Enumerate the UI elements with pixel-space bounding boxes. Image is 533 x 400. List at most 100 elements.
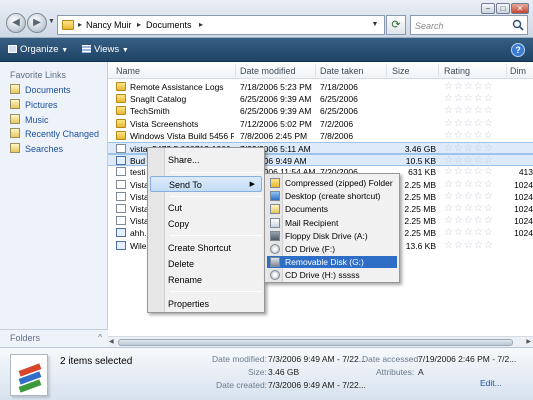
breadcrumb-separator[interactable]: ▸ xyxy=(78,20,82,29)
nav-item-label: Recently Changed xyxy=(25,129,100,139)
menu-item-label: Share... xyxy=(168,155,200,165)
send-to-item[interactable]: Removable Disk (G:) xyxy=(267,256,397,269)
rating-stars[interactable]: ☆☆☆☆☆ xyxy=(444,179,494,191)
close-button[interactable]: ✕ xyxy=(511,3,529,14)
column-divider[interactable] xyxy=(506,64,507,77)
rating-stars[interactable]: ☆☆☆☆☆ xyxy=(444,93,494,105)
nav-item-documents[interactable]: Documents xyxy=(10,84,71,98)
cell-dim: 1024 xyxy=(514,216,533,227)
rating-stars[interactable]: ☆☆☆☆☆ xyxy=(444,166,494,178)
navigation-pane: Favorite Links Documents Pictures Music … xyxy=(0,62,108,347)
search-icon[interactable] xyxy=(512,19,524,31)
nav-item-recently-changed[interactable]: Recently Changed xyxy=(10,128,99,142)
menu-item-share[interactable]: Share... xyxy=(150,152,262,168)
breadcrumb-documents[interactable]: Documents xyxy=(146,20,192,30)
column-divider[interactable] xyxy=(235,64,236,77)
scroll-right-icon[interactable]: ▶ xyxy=(526,338,531,345)
horizontal-scrollbar[interactable]: ◀ ▶ xyxy=(108,336,533,347)
menu-separator xyxy=(170,235,262,236)
refresh-button[interactable]: ⟳ xyxy=(386,15,406,35)
send-to-item[interactable]: Compressed (zipped) Folder xyxy=(267,177,397,189)
column-header-date-taken[interactable]: Date taken xyxy=(320,66,364,76)
menu-item-properties[interactable]: Properties xyxy=(150,296,262,312)
file-row[interactable]: Windows Vista Build 5456 R... 7/8/2006 2:… xyxy=(108,130,533,142)
column-divider[interactable] xyxy=(315,64,316,77)
help-button[interactable]: ? xyxy=(511,43,525,57)
search-placeholder: Search xyxy=(415,21,444,31)
address-bar[interactable]: ▸ Nancy Muir ▸ Documents ▸ ▼ xyxy=(57,15,385,35)
nav-item-searches[interactable]: Searches xyxy=(10,143,63,157)
breadcrumb-nancy-muir[interactable]: Nancy Muir xyxy=(86,20,132,30)
rating-stars[interactable]: ☆☆☆☆☆ xyxy=(444,227,494,239)
column-divider[interactable] xyxy=(386,64,387,77)
nav-item-music[interactable]: Music xyxy=(10,114,49,128)
pictures-icon xyxy=(10,99,20,109)
send-to-item[interactable]: Mail Recipient xyxy=(267,217,397,229)
column-header-size[interactable]: Size xyxy=(392,66,410,76)
rating-stars[interactable]: ☆☆☆☆☆ xyxy=(444,215,494,227)
back-button[interactable]: ◀ xyxy=(6,13,26,33)
views-button[interactable]: Views ▼ xyxy=(82,43,129,57)
file-row[interactable]: TechSmith 6/25/2006 9:39 AM 6/25/2006 ☆☆☆☆☆ xyxy=(108,105,533,117)
views-label: Views xyxy=(94,44,120,55)
send-to-item[interactable]: Floppy Disk Drive (A:) xyxy=(267,230,397,242)
recent-pages-dropdown[interactable]: ▼ xyxy=(48,18,56,28)
file-row[interactable]: Remote Assistance Logs 7/18/2006 5:23 PM 7… xyxy=(108,81,533,93)
address-dropdown-button[interactable]: ▼ xyxy=(368,17,382,33)
cell-dim: 1024 xyxy=(514,191,533,202)
forward-button[interactable]: ▶ xyxy=(27,13,47,33)
cell-size: 3.46 GB xyxy=(404,144,436,154)
menu-item-rename[interactable]: Rename xyxy=(150,272,262,288)
date-created-label: Date created: xyxy=(216,380,268,390)
rating-stars[interactable]: ☆☆☆☆☆ xyxy=(444,105,494,117)
rating-stars[interactable]: ☆☆☆☆☆ xyxy=(444,118,494,130)
breadcrumb-separator[interactable]: ▸ xyxy=(199,20,203,29)
cell-taken: 7/18/2006 xyxy=(320,82,358,92)
rating-stars[interactable]: ☆☆☆☆☆ xyxy=(444,155,494,167)
cell-name: SnagIt Catalog xyxy=(130,94,187,105)
zip-folder-icon xyxy=(270,178,280,188)
rating-stars[interactable]: ☆☆☆☆☆ xyxy=(444,81,494,93)
scroll-left-icon[interactable]: ◀ xyxy=(109,338,114,345)
rating-stars[interactable]: ☆☆☆☆☆ xyxy=(444,203,494,215)
nav-item-pictures[interactable]: Pictures xyxy=(10,99,58,113)
organize-icon xyxy=(8,45,17,53)
file-icon xyxy=(116,179,126,189)
scrollbar-thumb[interactable] xyxy=(118,339,513,346)
cell-modified: 7/12/2006 5:02 PM xyxy=(240,118,312,129)
edit-link[interactable]: Edit... xyxy=(480,378,502,388)
file-row[interactable]: Vista Screenshots 7/12/2006 5:02 PM 7/2/20… xyxy=(108,118,533,130)
minimize-button[interactable]: – xyxy=(481,3,495,14)
maximize-button[interactable]: □ xyxy=(496,3,510,14)
rating-stars[interactable]: ☆☆☆☆☆ xyxy=(444,143,494,155)
menu-item-delete[interactable]: Delete xyxy=(150,256,262,272)
send-to-item-label: Documents xyxy=(285,204,328,215)
rating-stars[interactable]: ☆☆☆☆☆ xyxy=(444,191,494,203)
search-input[interactable]: Search xyxy=(410,15,528,35)
menu-item-create-shortcut[interactable]: Create Shortcut xyxy=(150,240,262,256)
column-header-date-modified[interactable]: Date modified xyxy=(240,66,296,76)
date-created-value: 7/3/2006 9:49 AM - 7/22... xyxy=(268,380,366,390)
breadcrumb-separator[interactable]: ▸ xyxy=(137,20,141,29)
send-to-item[interactable]: Documents xyxy=(267,203,397,215)
cell-name: Vista Screenshots xyxy=(130,118,199,129)
menu-item-send-to[interactable]: Send To ▶ xyxy=(150,176,262,192)
menu-item-copy[interactable]: Copy xyxy=(150,216,262,232)
organize-button[interactable]: Organize ▼ xyxy=(8,43,68,57)
column-header-dimensions[interactable]: Dim xyxy=(510,66,526,76)
attributes-value: A xyxy=(418,367,424,377)
rating-stars[interactable]: ☆☆☆☆☆ xyxy=(444,240,494,252)
rating-stars[interactable]: ☆☆☆☆☆ xyxy=(444,130,494,142)
send-to-item[interactable]: Desktop (create shortcut) xyxy=(267,190,397,202)
attributes-label: Attributes: xyxy=(376,367,415,377)
menu-item-label: Rename xyxy=(168,275,203,285)
file-row[interactable]: SnagIt Catalog 6/25/2006 9:39 AM 6/25/2006… xyxy=(108,93,533,105)
send-to-item[interactable]: CD Drive (H:) sssss xyxy=(267,269,397,281)
folders-toggle[interactable]: Folders ^ xyxy=(0,329,108,347)
send-to-item[interactable]: CD Drive (F:) xyxy=(267,243,397,255)
menu-item-cut[interactable]: Cut xyxy=(150,200,262,216)
column-header-name[interactable]: Name xyxy=(116,66,140,76)
column-header-rating[interactable]: Rating xyxy=(444,66,470,76)
menu-item-label: Copy xyxy=(168,219,190,229)
column-divider[interactable] xyxy=(438,64,439,77)
